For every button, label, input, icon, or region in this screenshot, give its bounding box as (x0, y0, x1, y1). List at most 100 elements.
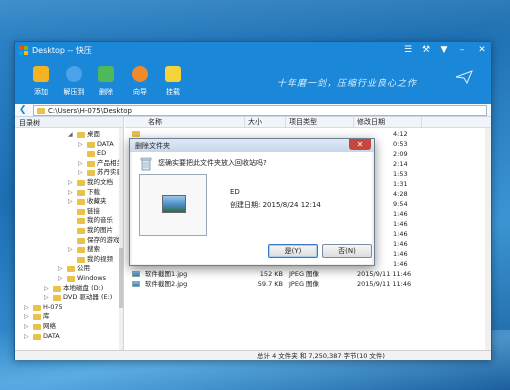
folder-icon (77, 189, 85, 196)
menu-icon[interactable]: ▼ (437, 44, 451, 57)
expand-arrow-icon[interactable]: ▷ (58, 274, 63, 283)
tree-item-label: 本地磁盘 (D:) (63, 283, 104, 292)
tree-scrollbar[interactable] (119, 128, 123, 350)
title-bar: Desktop -- 快压 ☰ ⚒ ▼ – ✕ (15, 42, 491, 60)
folder-icon (77, 228, 85, 234)
dialog-close-button[interactable]: ✕ (349, 139, 371, 150)
folder-icon (87, 160, 95, 167)
column-type[interactable]: 项目类型 (286, 117, 354, 128)
tree-item-label: DATA (43, 331, 60, 340)
expand-arrow-icon[interactable]: ▷ (68, 188, 73, 197)
cell-date: 2015/9/11 11:46 (357, 270, 412, 278)
folder-icon (77, 247, 85, 254)
dialog-title-bar: 删除文件夹 ✕ (130, 139, 374, 152)
address-bar: ❮ C:\Users\H-075\Desktop (15, 104, 491, 117)
tree-scroll-thumb[interactable] (119, 248, 123, 308)
cell-date: 4:28 (393, 190, 408, 198)
image-file-icon (132, 271, 140, 277)
dialog-created-date: 创建日期: 2015/8/24 12:14 (230, 201, 321, 209)
expand-arrow-icon[interactable]: ▷ (68, 178, 73, 187)
tree-item-label: 我的音乐 (87, 216, 113, 225)
folder-icon (67, 266, 75, 273)
extract-button[interactable]: 解压到 (59, 64, 89, 102)
expand-arrow-icon[interactable]: ▷ (24, 322, 29, 331)
wizard-button[interactable]: 向导 (125, 64, 155, 102)
tree-item-label: 库 (43, 312, 50, 321)
cell-date: 1:46 (393, 260, 408, 268)
skin-icon[interactable]: ☰ (401, 44, 415, 57)
cell-date: 1:53 (393, 170, 408, 178)
cell-date: 1:31 (393, 180, 408, 188)
tree-item-label: 保存的游戏 (87, 235, 120, 244)
cell-date: 9:54 (393, 200, 408, 208)
image-thumbnail-icon (162, 195, 186, 213)
cell-date: 1:46 (393, 220, 408, 228)
folder-icon (132, 131, 140, 137)
expand-arrow-icon[interactable]: ▷ (24, 312, 29, 321)
minimize-button[interactable]: – (455, 44, 469, 57)
folder-preview (139, 174, 207, 236)
mount-button[interactable]: 挂载 (158, 64, 188, 102)
cell-size: 152 KB (259, 270, 283, 278)
tree-item-label: 我的文档 (87, 178, 113, 186)
cell-date: 1:46 (393, 210, 408, 218)
table-row[interactable]: 软件截图2.jpg 59.7 KB JPEG 图像 2015/9/11 11:46 (125, 279, 491, 289)
folder-icon (87, 141, 95, 148)
table-row[interactable]: 软件截图1.jpg 152 KB JPEG 图像 2015/9/11 11:46 (125, 269, 491, 279)
folder-icon (87, 151, 95, 158)
cell-date: 2:09 (393, 150, 408, 158)
status-text: 总计 4 文件夹 和 7,250,387 字节(10 文件) (257, 352, 385, 360)
settings-icon[interactable]: ⚒ (419, 44, 433, 57)
column-date[interactable]: 修改日期 (354, 117, 422, 128)
address-text: C:\Users\H-075\Desktop (48, 107, 132, 115)
close-button[interactable]: ✕ (475, 44, 489, 57)
folder-icon (33, 314, 41, 321)
recycle-bin-icon (140, 157, 152, 171)
paper-plane-icon (455, 70, 473, 84)
tree-item-label: 桌面 (87, 130, 100, 138)
cell-date: 1:46 (393, 240, 408, 248)
cell-date: 2015/9/11 11:46 (357, 280, 412, 288)
cell-date: 1:46 (393, 250, 408, 258)
expand-arrow-icon[interactable]: ▷ (78, 159, 83, 168)
wizard-icon (132, 66, 148, 82)
cell-date: 0:53 (393, 140, 408, 148)
tree-header-label: 目录树 (19, 119, 40, 127)
yes-button[interactable]: 是(Y) (268, 244, 318, 258)
tree-item-label: DATA (97, 139, 114, 148)
expand-arrow-icon[interactable]: ▷ (44, 293, 49, 302)
add-button[interactable]: 添加 (26, 64, 56, 102)
back-arrow-icon[interactable]: ❮ (19, 105, 29, 116)
list-header: 名称 大小 项目类型 修改日期 (125, 117, 491, 128)
list-scrollbar[interactable] (485, 128, 491, 350)
app-logo-icon (19, 46, 29, 56)
folder-icon (37, 108, 45, 114)
tree-item-label: 搜索 (87, 245, 100, 254)
expand-arrow-icon[interactable]: ▷ (24, 303, 29, 312)
no-button[interactable]: 否(N) (322, 244, 372, 258)
expand-arrow-icon[interactable]: ▷ (24, 332, 29, 341)
tree-item-label: 收藏夹 (87, 197, 107, 206)
folder-icon (53, 295, 61, 302)
address-input[interactable]: C:\Users\H-075\Desktop (33, 105, 487, 116)
folder-icon (77, 132, 85, 138)
expand-arrow-icon[interactable]: ▷ (58, 264, 63, 273)
dialog-file-name: ED (230, 188, 240, 196)
expand-arrow-icon[interactable]: ▷ (78, 168, 83, 177)
delete-button[interactable]: 删除 (91, 64, 121, 102)
tree-item-label: 网络 (43, 322, 56, 330)
folder-icon (77, 180, 85, 186)
folder-icon (33, 324, 41, 330)
add-label: 添加 (34, 88, 48, 96)
directory-tree: 目录树 ◢ 桌面 ▷ DATA ED ▷ 产品相关 ▷ 苏丹实验 ▷ 我的文档 ▷ 下载 ▷ 收藏夹 链接 我的… (15, 117, 124, 350)
folder-icon (77, 199, 85, 206)
expand-arrow-icon[interactable]: ◢ (68, 130, 73, 139)
column-name[interactable]: 名称 (145, 117, 245, 128)
column-size[interactable]: 大小 (245, 117, 286, 128)
dialog-title: 删除文件夹 (135, 142, 170, 150)
expand-arrow-icon[interactable]: ▷ (44, 284, 49, 293)
expand-arrow-icon[interactable]: ▷ (68, 245, 73, 254)
folder-icon (87, 170, 95, 177)
expand-arrow-icon[interactable]: ▷ (68, 197, 73, 206)
expand-arrow-icon[interactable]: ▷ (78, 140, 83, 149)
